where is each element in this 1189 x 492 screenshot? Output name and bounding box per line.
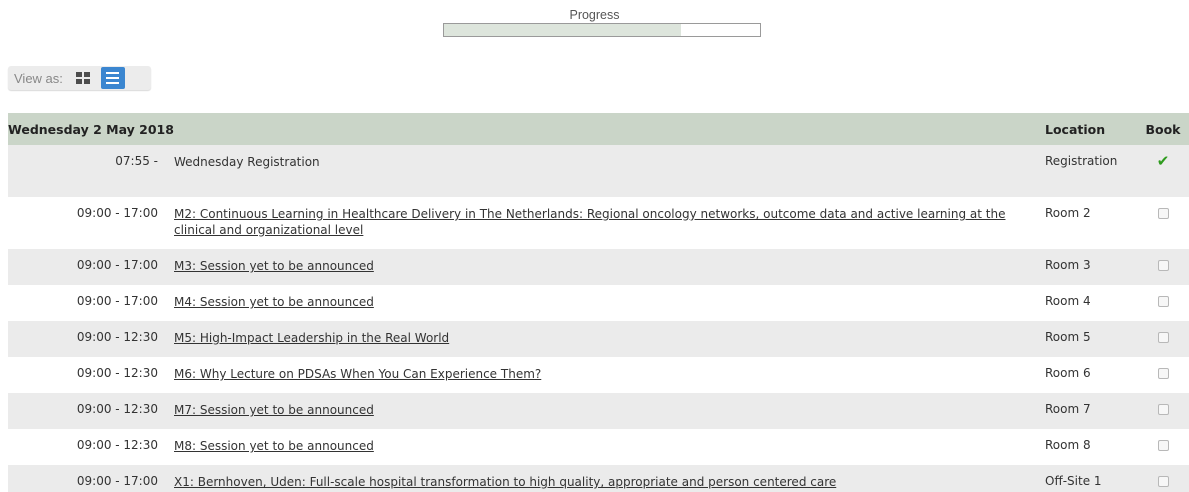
book-header: Book bbox=[1137, 113, 1189, 145]
schedule-body: 07:55 - Wednesday Registration Registratio… bbox=[8, 145, 1189, 492]
session-location: Room 2 bbox=[1045, 206, 1091, 220]
session-title-cell: M4: Session yet to be announced bbox=[166, 285, 1045, 321]
session-time: 09:00 - 12:30 bbox=[8, 321, 166, 357]
session-location: Room 6 bbox=[1045, 366, 1091, 380]
book-cell bbox=[1137, 357, 1189, 393]
session-location: Registration bbox=[1045, 145, 1137, 197]
book-cell bbox=[1137, 285, 1189, 321]
session-time: 07:55 - bbox=[8, 145, 166, 197]
session-location: Off-Site 1 bbox=[1045, 465, 1137, 492]
session-location: Room 7 bbox=[1045, 393, 1137, 429]
session-title-cell: Wednesday Registration bbox=[166, 145, 1045, 197]
schedule-table: Wednesday 2 May 2018 Location Book 07:55… bbox=[8, 113, 1189, 492]
session-title: Wednesday Registration bbox=[174, 155, 320, 169]
session-link[interactable]: M2: Continuous Learning in Healthcare De… bbox=[174, 207, 1005, 237]
book-cell bbox=[1137, 249, 1189, 285]
booked-check-icon: ✔ bbox=[1156, 152, 1170, 170]
book-cell bbox=[1137, 465, 1189, 492]
session-location: Room 8 bbox=[1045, 438, 1091, 452]
schedule-row: 09:00 - 12:30 M7: Session yet to be annou… bbox=[8, 393, 1189, 429]
session-link[interactable]: M6: Why Lecture on PDSAs When You Can Ex… bbox=[174, 367, 541, 381]
session-link[interactable]: M8: Session yet to be announced bbox=[174, 439, 374, 453]
progress-section: Progress bbox=[0, 8, 1189, 24]
location-header: Location bbox=[1045, 113, 1137, 145]
session-location: Room 4 bbox=[1045, 294, 1091, 308]
book-checkbox[interactable] bbox=[1157, 296, 1169, 307]
schedule-row: 09:00 - 12:30 M5: High-Impact Leadership … bbox=[8, 321, 1189, 357]
grid-view-button[interactable] bbox=[71, 67, 95, 89]
book-checkbox[interactable] bbox=[1157, 260, 1169, 271]
session-time: 09:00 - 17:00 bbox=[76, 294, 158, 308]
schedule-row: 09:00 - 17:00 X1: Bernhoven, Uden: Full-s… bbox=[8, 465, 1189, 492]
book-checkbox[interactable] bbox=[1157, 368, 1169, 379]
schedule-row: 09:00 - 12:30 M8: Session yet to be annou… bbox=[8, 429, 1189, 465]
session-time: 09:00 - 12:30 bbox=[76, 438, 158, 452]
session-time: 09:00 - 12:30 bbox=[8, 393, 166, 429]
session-title-cell: M8: Session yet to be announced bbox=[166, 429, 1045, 465]
session-link[interactable]: M4: Session yet to be announced bbox=[174, 295, 374, 309]
book-checkbox[interactable] bbox=[1157, 208, 1169, 219]
view-as-toggle: View as: bbox=[8, 66, 151, 90]
book-checkbox[interactable] bbox=[1157, 476, 1169, 487]
book-cell bbox=[1137, 429, 1189, 465]
schedule-header-row: Wednesday 2 May 2018 Location Book bbox=[8, 113, 1189, 145]
session-title-cell: M2: Continuous Learning in Healthcare De… bbox=[166, 197, 1045, 249]
schedule-row: 09:00 - 17:00 M3: Session yet to be annou… bbox=[8, 249, 1189, 285]
list-icon bbox=[106, 72, 120, 84]
book-cell bbox=[1137, 393, 1189, 429]
schedule-row: 07:55 - Wednesday Registration Registratio… bbox=[8, 145, 1189, 197]
book-cell: ✔ bbox=[1137, 145, 1189, 197]
book-checkbox[interactable] bbox=[1157, 404, 1169, 415]
session-time: 09:00 - 17:00 bbox=[8, 249, 166, 285]
view-as-label: View as: bbox=[14, 70, 63, 86]
progress-bar bbox=[443, 23, 761, 37]
day-heading: Wednesday 2 May 2018 bbox=[8, 113, 1045, 145]
session-location: Room 5 bbox=[1045, 321, 1137, 357]
session-link[interactable]: M7: Session yet to be announced bbox=[174, 403, 374, 417]
session-link[interactable]: X1: Bernhoven, Uden: Full-scale hospital… bbox=[174, 475, 836, 489]
book-cell bbox=[1137, 197, 1189, 249]
book-checkbox[interactable] bbox=[1157, 332, 1169, 343]
list-view-button[interactable] bbox=[100, 67, 125, 89]
progress-label: Progress bbox=[569, 8, 620, 22]
schedule-row: 09:00 - 12:30 M6: Why Lecture on PDSAs Wh… bbox=[8, 357, 1189, 393]
schedule-row: 09:00 - 17:00 M2: Continuous Learning in … bbox=[8, 197, 1189, 249]
session-title-cell: M6: Why Lecture on PDSAs When You Can Ex… bbox=[166, 357, 1045, 393]
session-time: 09:00 - 17:00 bbox=[8, 465, 166, 492]
schedule-row: 09:00 - 17:00 M4: Session yet to be annou… bbox=[8, 285, 1189, 321]
session-time: 09:00 - 12:30 bbox=[76, 366, 158, 380]
session-location: Room 3 bbox=[1045, 249, 1137, 285]
grid-icon bbox=[75, 72, 90, 84]
session-title-cell: M5: High-Impact Leadership in the Real W… bbox=[166, 321, 1045, 357]
progress-fill bbox=[444, 24, 681, 36]
session-title-cell: X1: Bernhoven, Uden: Full-scale hospital… bbox=[166, 465, 1045, 492]
book-cell bbox=[1137, 321, 1189, 357]
book-checkbox[interactable] bbox=[1157, 440, 1169, 451]
session-title-cell: M7: Session yet to be announced bbox=[166, 393, 1045, 429]
session-time: 09:00 - 17:00 bbox=[76, 206, 158, 220]
session-link[interactable]: M3: Session yet to be announced bbox=[174, 259, 374, 273]
session-title-cell: M3: Session yet to be announced bbox=[166, 249, 1045, 285]
session-link[interactable]: M5: High-Impact Leadership in the Real W… bbox=[174, 331, 449, 345]
